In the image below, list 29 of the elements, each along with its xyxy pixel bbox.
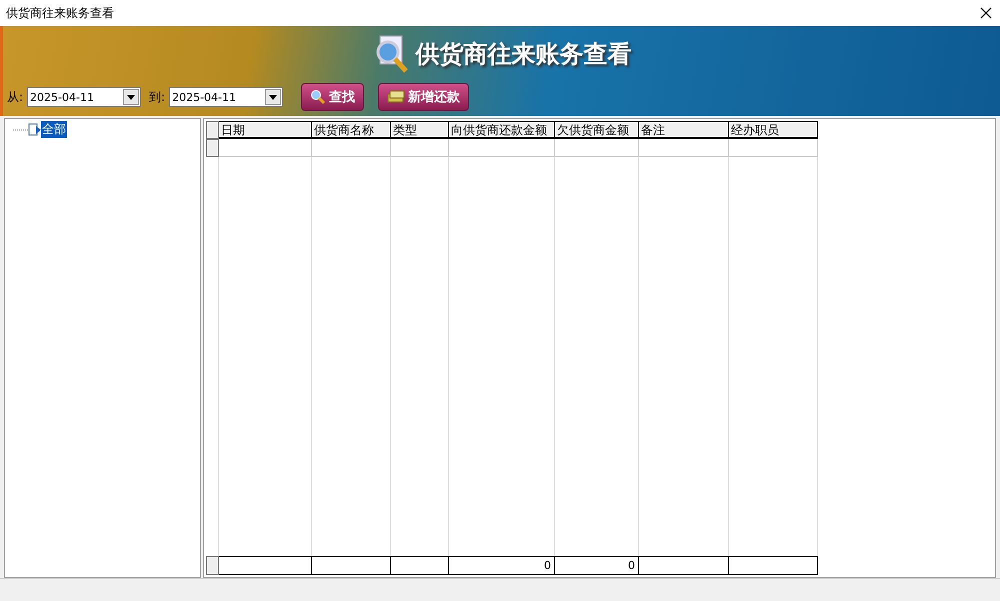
to-date-field[interactable]: 2025-04-11: [169, 87, 284, 107]
total-cell: 0: [449, 556, 555, 575]
money-stack-icon: [387, 90, 406, 104]
from-label: 从:: [7, 88, 24, 106]
add-repayment-button[interactable]: 新增还款: [378, 83, 470, 111]
to-label: 到:: [149, 88, 166, 106]
from-date-field[interactable]: 2025-04-11: [27, 87, 142, 107]
dropdown-arrow-icon: [269, 94, 278, 100]
column-header[interactable]: 经办职员: [729, 121, 818, 139]
search-button[interactable]: 查找: [301, 83, 364, 111]
banner-title: 供货商往来账务查看: [416, 39, 632, 70]
close-icon[interactable]: [980, 7, 992, 19]
column-header[interactable]: 备注: [639, 121, 729, 139]
search-icon: [310, 89, 326, 105]
column-header[interactable]: 类型: [391, 121, 449, 139]
column-header[interactable]: 供货商名称: [312, 121, 391, 139]
tree-item[interactable]: 全部: [41, 121, 67, 138]
column-header[interactable]: 欠供货商金额: [555, 121, 639, 139]
table-cell: [391, 139, 449, 157]
header-corner-cell: [206, 121, 219, 139]
row-indicator: [206, 556, 219, 575]
tree-node-icon: [11, 122, 41, 136]
window-title: 供货商往来账务查看: [6, 4, 114, 22]
column-header[interactable]: 向供货商还款金额: [449, 121, 555, 139]
row-indicator[interactable]: [206, 139, 219, 157]
total-cell: 0: [555, 556, 639, 575]
column-header[interactable]: 日期: [219, 121, 312, 139]
total-cell: [391, 556, 449, 575]
dropdown-arrow-icon: [127, 94, 136, 100]
